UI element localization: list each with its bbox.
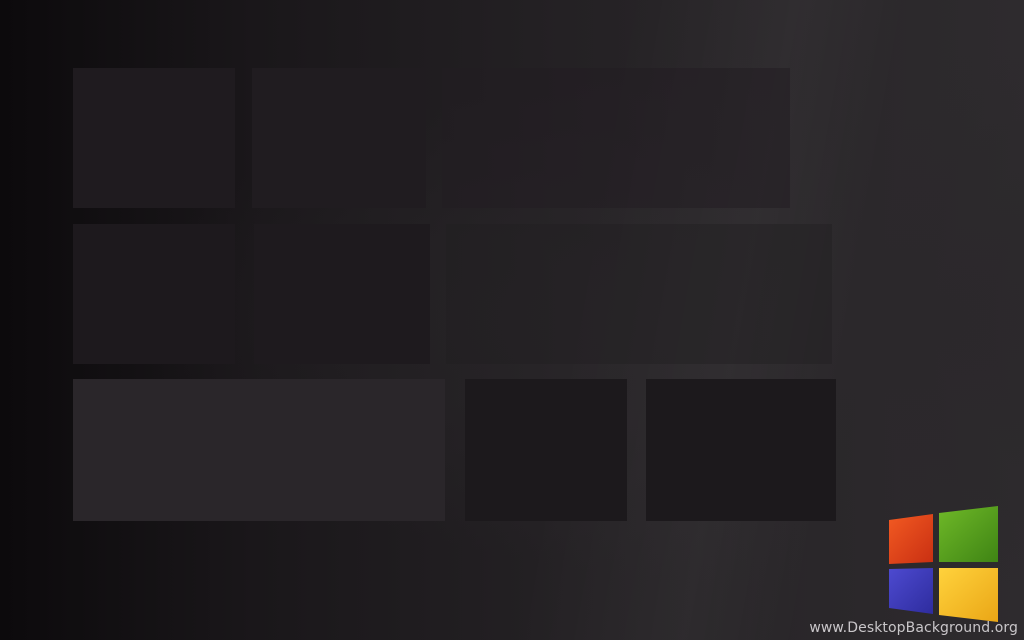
logo-pane-blue	[889, 568, 933, 614]
wallpaper-tile	[446, 224, 832, 364]
wallpaper-tile	[646, 379, 836, 521]
logo-pane-yellow	[939, 568, 998, 622]
logo-pane-green	[939, 506, 998, 562]
wallpaper-tile-wide	[73, 379, 445, 521]
wallpaper-tile	[442, 68, 790, 208]
wallpaper-tile	[73, 68, 235, 208]
wallpaper-tile	[465, 379, 627, 521]
wallpaper-tile	[252, 68, 426, 208]
windows-logo-icon	[889, 506, 998, 622]
watermark-text: www.DesktopBackground.org	[809, 620, 1018, 636]
wallpaper-tile	[254, 224, 430, 364]
logo-pane-red	[889, 514, 933, 564]
wallpaper-tile	[73, 224, 235, 364]
